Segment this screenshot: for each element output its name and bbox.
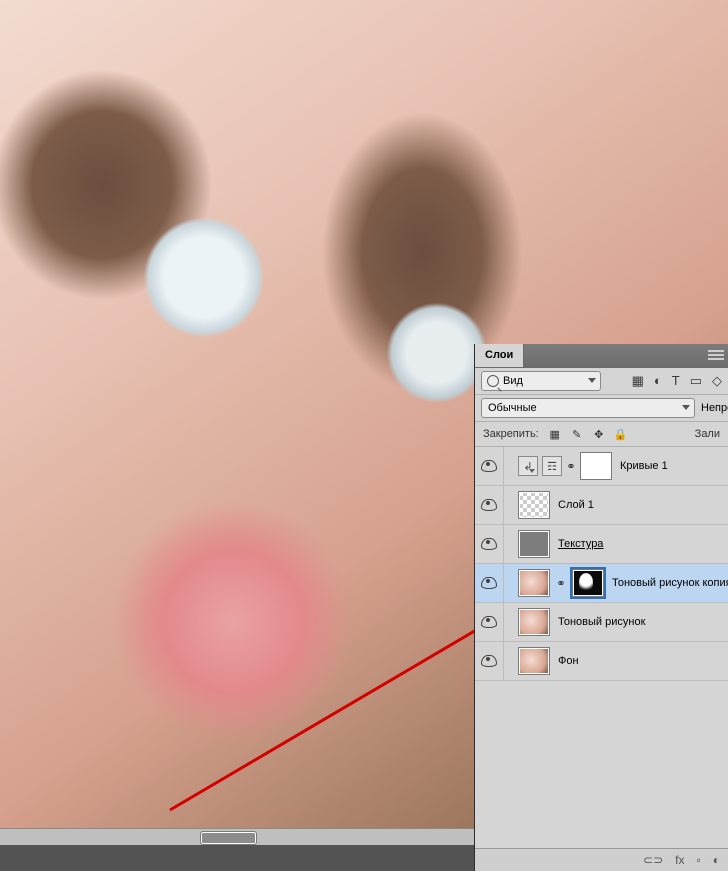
layer-thumb[interactable] — [518, 569, 550, 597]
filter-smart-icon[interactable]: ◇ — [712, 373, 722, 389]
layer-mask-thumb[interactable] — [572, 569, 604, 597]
lock-row: Закрепить: ▦ ✎ ✥ 🔒 Зали — [475, 422, 728, 447]
blend-mode-value: Обычные — [488, 402, 537, 414]
layer-row[interactable]: Тоновый рисунок — [475, 603, 728, 642]
layer-thumb[interactable] — [518, 530, 550, 558]
link-icon[interactable]: ⚭ — [556, 576, 566, 590]
lock-icons: ▦ ✎ ✥ 🔒 — [547, 426, 629, 442]
layer-thumb[interactable] — [518, 491, 550, 519]
chevron-down-icon — [588, 378, 596, 383]
canvas-bottom-gutter — [0, 845, 475, 871]
layer-name[interactable]: Кривые 1 — [620, 460, 668, 472]
layer-thumb[interactable] — [518, 647, 550, 675]
link-layers-icon[interactable]: ⊂⊃ — [643, 853, 663, 867]
lock-all-icon[interactable]: 🔒 — [613, 426, 629, 442]
layer-mask-thumb[interactable] — [580, 452, 612, 480]
layer-thumb[interactable] — [518, 608, 550, 636]
filter-label: Вид — [503, 375, 523, 387]
panel-menu-icon[interactable] — [708, 348, 724, 362]
tab-layers[interactable]: Слои — [475, 344, 524, 367]
visibility-icon[interactable] — [481, 655, 497, 667]
layers-panel: Слои Вид ▦ ◐ T ▭ ◇ Обычные Непрозрачно З… — [475, 344, 728, 871]
add-mask-icon[interactable]: ▫ — [696, 853, 700, 867]
layer-name[interactable]: Слой 1 — [558, 499, 594, 511]
layer-row[interactable]: ↲ ☶ ⚭ Кривые 1 — [475, 447, 728, 486]
layer-row[interactable]: Слой 1 — [475, 486, 728, 525]
curves-icon[interactable]: ☶ — [542, 456, 562, 476]
layer-name[interactable]: Текстура — [558, 538, 603, 550]
blend-mode-select[interactable]: Обычные — [481, 398, 695, 418]
lock-paint-icon[interactable]: ✎ — [569, 426, 585, 442]
lock-label: Закрепить: — [483, 428, 539, 440]
filter-type-icons: ▦ ◐ T ▭ ◇ — [632, 373, 722, 389]
layer-filter-row: Вид ▦ ◐ T ▭ ◇ — [475, 368, 728, 395]
filter-text-icon[interactable]: T — [672, 373, 680, 389]
filter-pixel-icon[interactable]: ▦ — [632, 373, 644, 389]
layer-row[interactable]: ⚭ Тоновый рисунок копия — [475, 564, 728, 603]
visibility-icon[interactable] — [481, 499, 497, 511]
opacity-label: Непрозрачно — [701, 402, 728, 414]
layer-name[interactable]: Тоновый рисунок копия — [612, 577, 728, 589]
layer-name[interactable]: Фон — [558, 655, 579, 667]
panel-tab-bar: Слои — [475, 344, 728, 368]
visibility-icon[interactable] — [481, 538, 497, 550]
search-icon — [487, 375, 499, 387]
adjustment-layer-icon[interactable]: ◐ — [713, 853, 720, 867]
layer-filter-select[interactable]: Вид — [481, 371, 601, 391]
chevron-down-icon — [682, 405, 690, 410]
layer-row[interactable]: Фон — [475, 642, 728, 681]
horizontal-scrollbar[interactable] — [0, 828, 475, 845]
panel-bottom-bar: ⊂⊃ fx ▫ ◐ — [475, 848, 728, 871]
visibility-icon[interactable] — [481, 616, 497, 628]
link-icon: ⚭ — [566, 459, 576, 473]
clip-indicator-icon[interactable]: ↲ — [518, 456, 538, 476]
scrollbar-thumb[interactable] — [200, 831, 257, 845]
lock-move-icon[interactable]: ✥ — [591, 426, 607, 442]
blend-mode-row: Обычные Непрозрачно — [475, 395, 728, 422]
layer-name[interactable]: Тоновый рисунок — [558, 616, 645, 628]
layer-row[interactable]: Текстура — [475, 525, 728, 564]
lock-transparent-icon[interactable]: ▦ — [547, 426, 563, 442]
visibility-icon[interactable] — [481, 577, 497, 589]
fill-label: Зали — [695, 428, 720, 440]
visibility-icon[interactable] — [481, 460, 497, 472]
filter-adjust-icon[interactable]: ◐ — [654, 373, 662, 389]
layer-list: ↲ ☶ ⚭ Кривые 1 Слой 1 Текстура — [475, 447, 728, 681]
filter-shape-icon[interactable]: ▭ — [690, 373, 702, 389]
fx-icon[interactable]: fx — [675, 853, 684, 867]
